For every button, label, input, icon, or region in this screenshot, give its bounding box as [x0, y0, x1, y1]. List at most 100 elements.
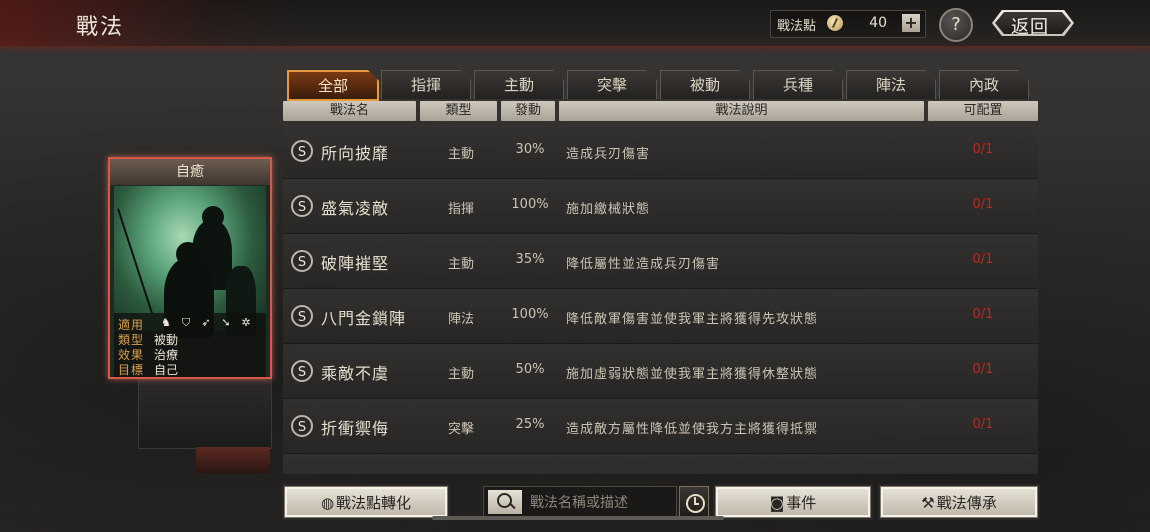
column-header-rate[interactable]: 發動	[501, 101, 555, 121]
tactic-rate: 50%	[515, 362, 545, 377]
tactic-name: 折衝禦侮	[321, 419, 390, 438]
tactic-description: 降低屬性並造成兵刃傷害	[566, 257, 721, 272]
top-bar: 戰法 戰法點 40 + ? 返回	[0, 0, 1150, 47]
tactic-row[interactable]: S 破陣摧堅 主動 35% 降低屬性並造成兵刃傷害 0/1	[283, 234, 1038, 289]
help-button[interactable]: ?	[939, 8, 973, 42]
tab-internal[interactable]: 內政	[939, 70, 1029, 99]
column-header-type[interactable]: 類型	[420, 101, 497, 121]
grade-s-icon: S	[291, 250, 313, 272]
column-header-name[interactable]: 戰法名	[283, 101, 416, 121]
tactic-count: 0/1	[972, 252, 994, 267]
clock-hand	[694, 503, 699, 505]
tactic-card-info: 適用 ♞ ⛉ ➶ ➘ ✲ 類型 被動 效果 治療 目標 自己	[114, 313, 266, 377]
tab-assault[interactable]: 突擊	[567, 70, 657, 99]
convert-points-button[interactable]: ◍ 戰法點轉化	[284, 486, 448, 518]
tactic-name: 所向披靡	[321, 144, 390, 163]
back-button[interactable]: 返回	[984, 6, 1084, 40]
tactic-name: 八門金鎖陣	[321, 309, 407, 328]
card-info-key: 適用	[118, 318, 145, 332]
tab-command[interactable]: 指揮	[381, 70, 471, 99]
tactic-rate: 30%	[515, 142, 545, 157]
tactic-list[interactable]: S 所向披靡 主動 30% 造成兵刃傷害 0/1 S 盛氣凌敵 指揮 100% …	[283, 124, 1038, 474]
spear-silhouette	[117, 208, 153, 314]
tactic-name: 盛氣凌敵	[321, 199, 390, 218]
tab-troop[interactable]: 兵種	[753, 70, 843, 99]
column-headers: 戰法名 類型 發動 戰法說明 可配置	[283, 101, 1038, 123]
tactic-card-art	[114, 186, 266, 338]
tab-active[interactable]: 主動	[474, 70, 564, 99]
tactic-rate: 25%	[515, 417, 545, 432]
card-info-effect: 效果 治療	[118, 346, 178, 362]
back-button-label: 返回	[1011, 17, 1049, 38]
tactic-card-title: 自癒	[110, 159, 270, 185]
shield-icon: ⛉	[181, 316, 191, 329]
card-info-applicable: 適用 ♞ ⛉ ➶ ➘ ✲	[118, 316, 251, 333]
tab-all[interactable]: 全部	[287, 70, 379, 101]
tactic-count: 0/1	[972, 362, 994, 377]
tactic-points-label: 戰法點	[777, 19, 817, 34]
history-clock-button[interactable]	[679, 486, 709, 518]
tactic-type: 主動	[447, 367, 474, 382]
tactic-card[interactable]: 自癒 適用 ♞ ⛉ ➶ ➘ ✲ 類型 被動 效果 治療 目標 自己	[108, 157, 272, 379]
card-info-value: 自己	[154, 363, 179, 377]
top-bar-glow	[0, 0, 300, 46]
tactic-type: 主動	[447, 147, 474, 162]
tactic-row[interactable]	[283, 454, 1038, 474]
tactic-type: 主動	[447, 257, 474, 272]
tactic-description: 施加繳械狀態	[566, 202, 651, 217]
hammer-icon: ⚒	[921, 494, 935, 512]
tactic-type: 陣法	[447, 312, 474, 327]
search-handle	[509, 502, 516, 510]
events-button[interactable]: ◙ 事件	[715, 486, 871, 518]
tactic-row[interactable]: S 盛氣凌敵 指揮 100% 施加繳械狀態 0/1	[283, 179, 1038, 234]
spear-icon: ➘	[221, 316, 231, 329]
card-info-key: 目標	[118, 363, 145, 377]
card-stack-back	[138, 375, 272, 449]
tactic-rate: 100%	[511, 197, 549, 212]
tactic-count: 0/1	[972, 307, 994, 322]
tactic-row[interactable]: S 折衝禦侮 突擊 25% 造成敵方屬性降低並使我方主將獲得抵禦 0/1	[283, 399, 1038, 454]
tactic-points-value: 40	[869, 15, 887, 31]
card-info-key: 效果	[118, 348, 145, 362]
grade-s-icon: S	[291, 360, 313, 382]
inherit-tactic-label: 戰法傳承	[936, 494, 997, 512]
tactic-description: 造成敵方屬性降低並使我方主將獲得抵禦	[566, 422, 819, 437]
tactic-type: 指揮	[447, 202, 474, 217]
column-header-available[interactable]: 可配置	[928, 101, 1038, 121]
tactic-row[interactable]: S 八門金鎖陣 陣法 100% 降低敵軍傷害並使我軍主將獲得先攻狀態 0/1	[283, 289, 1038, 344]
tactic-rate: 100%	[511, 307, 549, 322]
tactic-count: 0/1	[972, 417, 994, 432]
tactic-row[interactable]: S 乘敵不虞 主動 50% 施加虛弱狀態並使我軍主將獲得休整狀態 0/1	[283, 344, 1038, 399]
tactic-row[interactable]: S 所向披靡 主動 30% 造成兵刃傷害 0/1	[283, 124, 1038, 179]
grade-s-icon: S	[291, 305, 313, 327]
tactic-rate: 35%	[515, 252, 545, 267]
search-icon[interactable]	[488, 490, 522, 514]
card-info-target: 目標 自己	[118, 361, 178, 377]
tactic-name: 破陣摧堅	[321, 254, 390, 273]
tactic-description: 降低敵軍傷害並使我軍主將獲得先攻狀態	[566, 312, 819, 327]
grade-s-icon: S	[291, 195, 313, 217]
tactic-count: 0/1	[972, 142, 994, 157]
tactic-name: 乘敵不虞	[321, 364, 390, 383]
tab-formation[interactable]: 陣法	[846, 70, 936, 99]
convert-points-label: 戰法點轉化	[336, 494, 412, 512]
search-input[interactable]	[528, 491, 676, 515]
tab-passive[interactable]: 被動	[660, 70, 750, 99]
search-box	[483, 486, 677, 518]
card-info-key: 類型	[118, 333, 145, 347]
horizontal-scrollbar[interactable]	[432, 516, 724, 520]
card-stack-back-red	[196, 447, 270, 473]
add-points-button[interactable]: +	[902, 14, 920, 32]
coin-icon: ◍	[320, 494, 335, 512]
search-lens	[497, 493, 512, 508]
tactic-description: 施加虛弱狀態並使我軍主將獲得休整狀態	[566, 367, 819, 382]
tactic-point-coin-icon	[827, 15, 843, 31]
wheel-icon: ✲	[241, 316, 251, 329]
inherit-tactic-button[interactable]: ⚒ 戰法傳承	[880, 486, 1038, 518]
bow-icon: ➶	[201, 316, 211, 329]
grade-s-icon: S	[291, 415, 313, 437]
cavalry-icon: ♞	[161, 316, 171, 329]
tactic-count: 0/1	[972, 197, 994, 212]
tactic-description: 造成兵刃傷害	[566, 147, 651, 162]
column-header-description: 戰法說明	[559, 101, 924, 121]
